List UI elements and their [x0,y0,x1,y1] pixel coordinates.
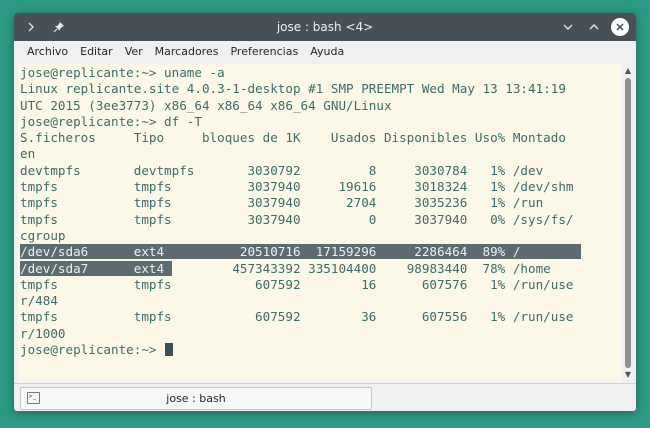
terminal-line: tmpfs tmpfs 3037940 19616 3018324 1% /de… [20,179,574,195]
terminal-line: /dev/sda7 ext4 457343392 335104400 98983… [20,260,551,276]
menu-ayuda[interactable]: Ayuda [304,41,350,63]
tab-label: jose : bash [166,392,226,405]
terminal-line: /dev/sda6 ext4 20510716 17159296 2286464… [20,244,582,260]
titlebar-right-buttons [559,18,629,36]
terminal-scrollbar[interactable]: ▲ ▼ [622,64,634,382]
menu-marcadores[interactable]: Marcadores [149,41,225,63]
terminal-line: jose@replicante:~> [20,342,581,358]
terminal-output[interactable]: jose@replicante:~> uname -a Linux replica… [18,64,622,382]
scroll-down-icon[interactable]: ▼ [622,369,634,381]
terminal-line: en [20,146,36,162]
tab-jose-bash[interactable]: >_ jose : bash [20,387,372,410]
terminal-line: tmpfs tmpfs 607592 36 607556 1% /run/use [20,309,574,325]
terminal-line: jose@replicante:~> uname -a [20,65,225,80]
text-cursor [165,343,174,357]
chevron-up-icon[interactable] [585,18,603,36]
scrollbar-thumb[interactable] [625,78,631,368]
window-title: jose : bash <4> [276,20,374,34]
terminal-line: r/1000 [20,325,66,341]
close-icon[interactable] [611,18,629,36]
terminal-lines: jose@replicante:~> uname -a Linux replica… [20,65,582,358]
scroll-up-icon[interactable]: ▲ [622,65,634,77]
terminal-line: tmpfs tmpfs 3037940 0 3037940 0% /sys/fs… [20,211,574,227]
chevron-down-icon[interactable] [559,18,577,36]
terminal-line: jose@replicante:~> df -T [20,113,202,129]
selected-text: /dev/sda6 ext4 20510716 17159296 2286464… [20,244,582,260]
menu-editar[interactable]: Editar [74,41,119,63]
terminal-line: r/484 [20,293,58,309]
menu-ver[interactable]: Ver [119,41,149,63]
menu-bar: Archivo Editar Ver Marcadores Preferenci… [14,41,636,63]
terminal-line: tmpfs tmpfs 607592 16 607576 1% /run/use [20,276,574,292]
terminal-window: jose : bash <4> Archivo Editar Ver Marca… [14,13,636,411]
terminal-line: tmpfs tmpfs 3037940 2704 3035236 1% /run [20,195,544,211]
terminal-line: UTC 2015 (3ee3773) x86_64 x86_64 x86_64 … [20,97,392,113]
terminal-line: cgroup [20,227,66,243]
selected-text: /dev/sda7 ext4 [20,260,172,276]
menu-preferencias[interactable]: Preferencias [224,41,304,63]
terminal-line: devtmpfs devtmpfs 3030792 8 3030784 1% /… [20,162,544,178]
terminal-line: S.ficheros Tipo bloques de 1K Usados Dis… [20,130,566,146]
terminal-line: Linux replicante.site 4.0.3-1-desktop #1… [20,81,566,97]
menu-archivo[interactable]: Archivo [21,41,74,63]
title-bar[interactable]: jose : bash <4> [14,13,636,41]
tab-bar: >_ jose : bash [14,383,636,411]
